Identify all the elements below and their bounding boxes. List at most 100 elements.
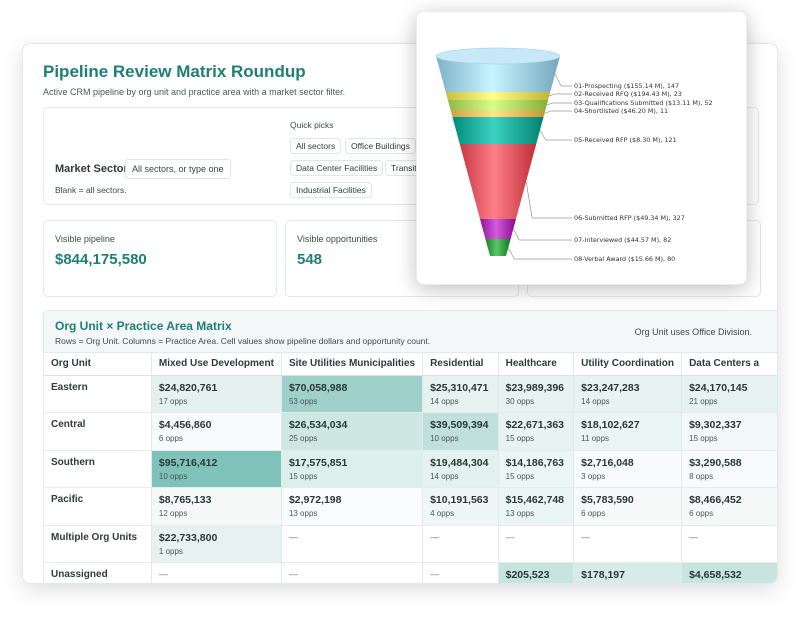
matrix-cell[interactable]: $9,302,337 15 opps: [681, 412, 777, 451]
matrix-cell[interactable]: $39,509,394 10 opps: [422, 412, 499, 451]
cell-value: $24,170,145: [689, 381, 748, 394]
market-sector-label: Market Sector: [55, 163, 128, 175]
cell-opps: 30 opps: [505, 396, 535, 406]
chip-office-buildings[interactable]: Office Buildings: [345, 138, 416, 154]
matrix-cell[interactable]: $70,058,988 53 opps: [281, 375, 424, 413]
cell-value: $18,102,627: [581, 419, 640, 431]
matrix-cell[interactable]: $8,466,452 6 opps: [681, 487, 777, 526]
row-header: Central: [44, 412, 152, 451]
cell-value: $178,197: [581, 569, 625, 581]
cell-value: $24,820,761: [158, 381, 218, 394]
cell-opps: 6 opps: [689, 509, 714, 518]
matrix-cell[interactable]: $22,733,800 1 opps: [151, 525, 282, 563]
col-header[interactable]: Data Centers a: [681, 353, 777, 376]
matrix-cell[interactable]: —: [422, 525, 499, 563]
funnel-leader-line: [549, 93, 572, 97]
matrix-cell[interactable]: $15,462,748 13 opps: [498, 487, 575, 526]
cell-value: —: [430, 569, 440, 579]
chip-industrial-facilities[interactable]: Industrial Facilities: [290, 182, 372, 198]
funnel-leader-line: [544, 110, 572, 114]
cell-opps: 14 opps: [430, 396, 459, 406]
funnel-stage-label: 02-Received RFQ ($194.43 M), 23: [574, 90, 682, 98]
matrix-cell[interactable]: $95,716,412 10 opps: [151, 450, 282, 488]
matrix-cell[interactable]: $10,191,563 4 opps: [422, 487, 499, 526]
funnel-stage-label: 03-Qualifications Submitted ($13.11 M), …: [574, 99, 713, 107]
matrix-cell[interactable]: $14,186,763 15 opps: [498, 450, 575, 488]
matrix-header: Org Unit × Practice Area Matrix Rows = O…: [44, 311, 777, 353]
funnel-segment: [452, 117, 544, 144]
funnel-leader-line: [539, 130, 572, 141]
chip-all-sectors[interactable]: All sectors: [290, 138, 342, 154]
funnel-segment: [447, 100, 549, 110]
cell-value: $15,462,748: [505, 494, 565, 506]
col-header[interactable]: Utility Coordination: [573, 353, 683, 376]
cell-value: $17,575,851: [288, 456, 348, 469]
matrix-cell[interactable]: $23,989,396 30 opps: [498, 375, 575, 413]
matrix-cell[interactable]: $19,484,304 14 opps: [422, 450, 499, 488]
funnel-segment: [485, 239, 511, 256]
funnel-chart: 01-Prospecting ($155.14 M), 14702-Receiv…: [435, 47, 713, 263]
matrix-cell[interactable]: $178,197: [573, 562, 683, 583]
funnel-segment: [459, 144, 537, 219]
cell-opps: 13 opps: [288, 509, 318, 518]
col-header[interactable]: Org Unit: [44, 353, 152, 376]
matrix-cell[interactable]: $18,102,627 11 opps: [573, 412, 683, 451]
col-header[interactable]: Mixed Use Development: [151, 353, 282, 376]
cell-opps: 14 opps: [581, 396, 610, 406]
cell-value: $22,671,363: [505, 419, 565, 431]
cell-opps: 6 opps: [581, 509, 606, 518]
table-row: Southern $95,716,412 10 opps $17,575,851 15 …: [44, 450, 777, 488]
page-subtitle: Active CRM pipeline by org unit and prac…: [43, 87, 346, 97]
cell-value: $14,186,763: [505, 456, 565, 469]
col-header[interactable]: Site Utilities Municipalities: [281, 353, 424, 376]
matrix-cell[interactable]: $2,972,198 13 opps: [281, 487, 424, 526]
matrix-cell[interactable]: $24,820,761 17 opps: [151, 375, 282, 413]
cell-value: $23,989,396: [505, 381, 565, 394]
matrix-cell[interactable]: $17,575,851 15 opps: [281, 450, 424, 488]
matrix-cell[interactable]: $24,170,145 21 opps: [681, 375, 777, 413]
cell-opps: 14 opps: [430, 471, 459, 481]
row-header: Pacific: [44, 487, 152, 526]
matrix-cell[interactable]: $2,716,048 3 opps: [573, 450, 683, 488]
cell-opps: 3 opps: [581, 471, 606, 481]
blank-note: Blank = all sectors.: [55, 185, 127, 195]
matrix-cell[interactable]: $4,456,860 6 opps: [151, 412, 282, 451]
col-header[interactable]: Healthcare: [498, 353, 575, 376]
matrix-cell[interactable]: $3,290,588 8 opps: [681, 450, 777, 488]
matrix-cell[interactable]: —: [498, 525, 575, 563]
matrix-cell[interactable]: $23,247,283 14 opps: [573, 375, 683, 413]
cell-value: —: [288, 531, 298, 542]
matrix-cell[interactable]: $25,310,471 14 opps: [422, 375, 499, 413]
funnel-chart-popup: 01-Prospecting ($155.14 M), 147 02-Receiv…: [416, 11, 747, 285]
matrix-cell[interactable]: —: [281, 562, 424, 583]
table-row: Multiple Org Units $22,733,800 1 opps — — — — —: [44, 525, 777, 563]
cell-opps: 15 opps: [505, 471, 535, 481]
matrix-cell[interactable]: $205,523: [498, 562, 575, 583]
matrix-cell[interactable]: —: [151, 562, 282, 583]
chip-data-center-facilities[interactable]: Data Center Facilities: [290, 160, 384, 176]
matrix-cell[interactable]: —: [281, 525, 424, 563]
funnel-segment: [445, 92, 551, 100]
cell-value: —: [689, 531, 699, 542]
matrix-cell[interactable]: —: [573, 525, 683, 563]
cell-value: —: [288, 569, 298, 579]
funnel-top-cap: [435, 47, 561, 65]
cell-value: $2,972,198: [288, 494, 342, 506]
matrix-cell[interactable]: —: [422, 562, 499, 583]
matrix-cell[interactable]: $22,671,363 15 opps: [498, 412, 575, 451]
matrix-cell[interactable]: $26,534,034 25 opps: [281, 412, 424, 451]
funnel-stage-label: 01-Prospecting ($155.14 M), 147: [574, 82, 679, 90]
funnel-segment: [450, 110, 546, 117]
cell-opps: 11 opps: [581, 434, 610, 443]
matrix-cell[interactable]: $8,765,133 12 opps: [151, 487, 282, 526]
matrix-cell[interactable]: —: [681, 525, 777, 563]
cell-value: $9,302,337: [689, 419, 742, 431]
market-sector-input[interactable]: [125, 159, 231, 179]
funnel-stage-label: 07-Interviewed ($44.57 M), 82: [574, 236, 671, 244]
matrix-cell[interactable]: $4,658,532: [681, 562, 777, 583]
cell-value: $4,658,532: [689, 569, 742, 581]
table-row: Pacific $8,765,133 12 opps $2,972,198 13 opp…: [44, 487, 777, 526]
matrix-cell[interactable]: $5,783,590 6 opps: [573, 487, 683, 526]
col-header[interactable]: Residential: [422, 353, 499, 376]
matrix-section: Org Unit × Practice Area Matrix Rows = O…: [43, 310, 777, 583]
